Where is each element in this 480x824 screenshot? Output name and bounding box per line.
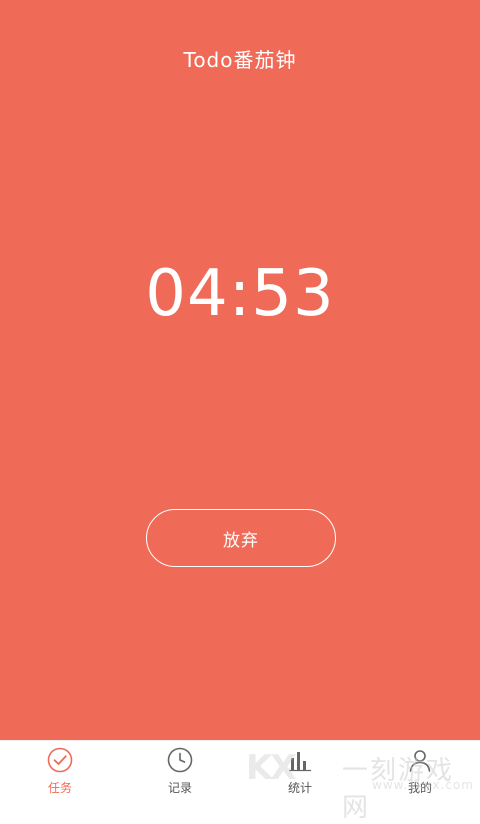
- check-circle-icon: [47, 747, 73, 773]
- bottom-tab-bar: 任务 记录 统计 我的: [0, 740, 480, 800]
- tab-records[interactable]: 记录: [120, 741, 240, 801]
- clock-icon: [167, 747, 193, 773]
- tab-tasks[interactable]: 任务: [0, 741, 120, 801]
- tab-records-label: 记录: [167, 781, 192, 795]
- countdown-timer: 04:53: [145, 257, 335, 331]
- bar-chart-icon: [289, 752, 311, 772]
- app-title: Todo番茄钟: [183, 48, 297, 72]
- tab-stats[interactable]: 统计: [240, 741, 360, 801]
- user-icon: [409, 750, 431, 772]
- tab-profile-label: 我的: [407, 781, 432, 795]
- tab-stats-label: 统计: [287, 781, 312, 795]
- tab-profile[interactable]: 我的: [360, 741, 480, 801]
- give-up-button[interactable]: 放弃: [146, 509, 336, 567]
- tab-tasks-label: 任务: [47, 781, 72, 795]
- pomodoro-screen: Todo番茄钟 04:53 放弃: [0, 0, 480, 740]
- give-up-label: 放弃: [223, 530, 259, 551]
